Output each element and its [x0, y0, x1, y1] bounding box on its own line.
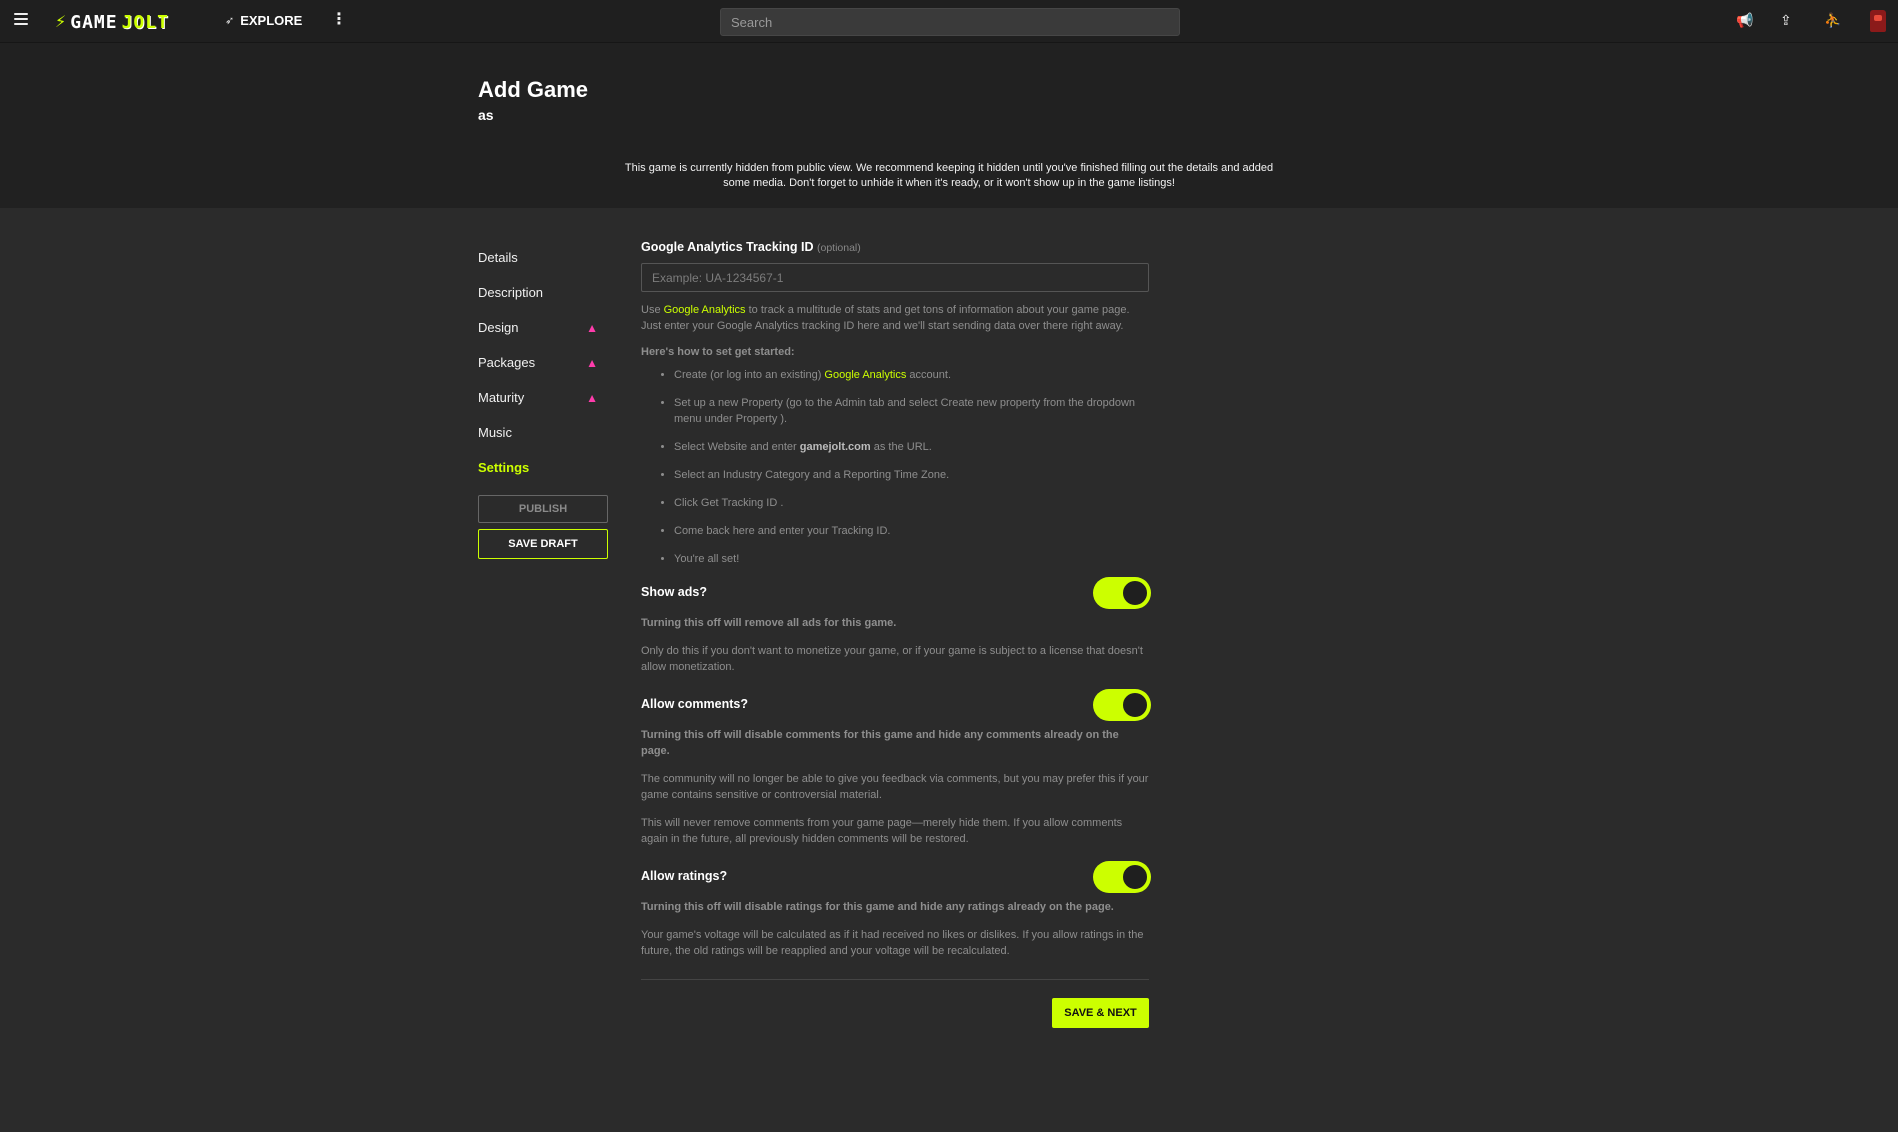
- sidebar-item-maturity[interactable]: Maturity ▲: [478, 380, 608, 415]
- toggle-knob: [1121, 579, 1149, 607]
- allow-comments-toggle[interactable]: [1093, 689, 1151, 721]
- explore-link[interactable]: ➶ EXPLORE: [225, 13, 302, 28]
- list-item: Create (or log into an existing) Google …: [674, 367, 1149, 383]
- search-input[interactable]: [720, 8, 1180, 36]
- allow-ratings-setting: Allow ratings? Turning this off will dis…: [641, 861, 1151, 959]
- step-text: Select Website and enter: [674, 441, 800, 453]
- page-title: Add Game: [478, 77, 589, 102]
- ga-tracking-input[interactable]: [641, 263, 1149, 292]
- show-ads-note: Only do this if you don't want to moneti…: [641, 645, 1143, 673]
- sidebar-item-label: Music: [478, 425, 512, 440]
- more-vert-icon[interactable]: ⋮: [331, 12, 347, 28]
- settings-form: Google Analytics Tracking ID (optional) …: [641, 240, 1151, 1028]
- page-header: Add Game as This game is currently hidde…: [0, 43, 1898, 208]
- list-item: You're all set!: [674, 551, 1149, 567]
- list-item: Come back here and enter your Tracking I…: [674, 523, 1149, 539]
- save-next-button[interactable]: SAVE & NEXT: [1052, 998, 1149, 1028]
- howto-heading: Here's how to set get started:: [641, 346, 795, 358]
- optional-tag: (optional): [816, 242, 861, 254]
- avatar-icon[interactable]: [1870, 10, 1886, 32]
- allow-comments-note: This will never remove comments from you…: [641, 817, 1123, 845]
- divider: [641, 979, 1149, 980]
- sidebar-item-label: Packages: [478, 355, 536, 370]
- logo-word-jolt: JOLT: [121, 11, 169, 33]
- ga-label-text: Google Analytics Tracking ID: [641, 240, 814, 254]
- friends-icon[interactable]: ⛹: [1824, 12, 1841, 29]
- google-analytics-link[interactable]: Google Analytics: [664, 304, 746, 316]
- game-name: as: [478, 107, 494, 123]
- google-analytics-link[interactable]: Google Analytics: [824, 369, 906, 381]
- allow-ratings-warning: Turning this off will disable ratings fo…: [641, 901, 1114, 913]
- compass-icon: ➶: [225, 15, 235, 27]
- sidebar-item-label: Maturity: [478, 390, 525, 405]
- step-text: Create (or log into an existing): [674, 369, 825, 381]
- step-text: as the URL.: [870, 441, 932, 453]
- list-item: Click Get Tracking ID .: [674, 495, 1149, 511]
- sidebar-nav: Details Description Design ▲ Packages ▲ …: [478, 240, 608, 559]
- save-draft-button[interactable]: SAVE DRAFT: [478, 529, 608, 559]
- list-item: Set up a new Property (go to the Admin t…: [674, 395, 1149, 427]
- megaphone-icon[interactable]: 📢: [1736, 12, 1753, 29]
- allow-ratings-title: Allow ratings?: [641, 869, 728, 883]
- allow-comments-setting: Allow comments? Turning this off will di…: [641, 689, 1151, 847]
- sidebar-item-music[interactable]: Music: [478, 415, 608, 450]
- allow-ratings-toggle[interactable]: [1093, 861, 1151, 893]
- ga-field-label: Google Analytics Tracking ID (optional): [641, 240, 1149, 254]
- sidebar-item-label: Details: [478, 250, 518, 265]
- publish-button[interactable]: PUBLISH: [478, 495, 608, 523]
- ga-help-text: Use Google Analytics to track a multitud…: [641, 302, 1149, 334]
- howto-steps: Create (or log into an existing) Google …: [674, 367, 1149, 567]
- gamejolt-logo[interactable]: ⚡ GAME JOLT: [55, 11, 169, 33]
- allow-ratings-note: Your game's voltage will be calculated a…: [641, 929, 1144, 957]
- toggle-knob: [1121, 863, 1149, 891]
- sidebar-item-description[interactable]: Description: [478, 275, 608, 310]
- show-ads-warning: Turning this off will remove all ads for…: [641, 617, 897, 629]
- allow-comments-note: The community will no longer be able to …: [641, 773, 1149, 801]
- sidebar-item-label: Design: [478, 320, 519, 335]
- allow-comments-warning: Turning this off will disable comments f…: [641, 729, 1119, 757]
- warning-icon: ▲: [586, 355, 598, 370]
- sidebar-item-design[interactable]: Design ▲: [478, 310, 608, 345]
- toggle-knob: [1121, 691, 1149, 719]
- sidebar-item-details[interactable]: Details: [478, 240, 608, 275]
- list-item: Select an Industry Category and a Report…: [674, 467, 1149, 483]
- show-ads-title: Show ads?: [641, 585, 707, 599]
- warning-icon: ▲: [586, 320, 598, 335]
- step-bold-text: gamejolt.com: [799, 441, 871, 453]
- top-bar: ⚡ GAME JOLT ➶ EXPLORE ⋮ 📢 ⇪ ⛹: [0, 0, 1898, 43]
- show-ads-toggle[interactable]: [1093, 577, 1151, 609]
- sidebar-item-settings[interactable]: Settings: [478, 450, 608, 485]
- warning-icon: ▲: [586, 390, 598, 405]
- explore-label: EXPLORE: [240, 13, 303, 28]
- help-text-pre: Use: [641, 304, 664, 316]
- show-ads-setting: Show ads? Turning this off will remove a…: [641, 577, 1151, 675]
- upload-icon[interactable]: ⇪: [1780, 12, 1792, 29]
- sidebar-item-label: Settings: [478, 460, 530, 475]
- list-item: Select Website and enter gamejolt.com as…: [674, 439, 1149, 455]
- step-text: account.: [906, 369, 951, 381]
- sidebar-item-label: Description: [478, 285, 544, 300]
- menu-icon[interactable]: [14, 13, 28, 27]
- allow-comments-title: Allow comments?: [641, 697, 748, 711]
- hidden-notice: This game is currently hidden from publi…: [624, 162, 1274, 189]
- sidebar-item-packages[interactable]: Packages ▲: [478, 345, 608, 380]
- logo-word-game: GAME: [70, 11, 118, 33]
- bolt-icon: ⚡: [55, 14, 67, 31]
